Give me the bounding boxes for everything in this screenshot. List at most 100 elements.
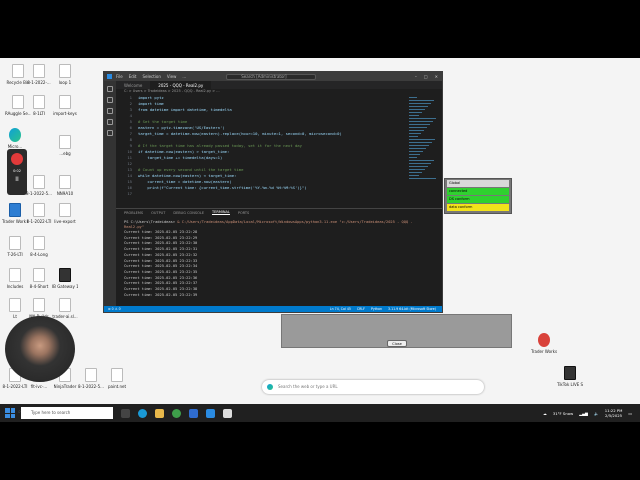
- store-icon[interactable]: [189, 408, 198, 418]
- minimap-line: [409, 142, 432, 143]
- window-controls: – □ ✕: [415, 74, 442, 79]
- edge-browser-icon[interactable]: [138, 408, 147, 418]
- desktop-icon-label: IB Gateway 10.19: [52, 284, 78, 289]
- desktop-icon-label: 8-1-2022-5...: [26, 191, 52, 196]
- explorer-icon[interactable]: [107, 86, 113, 92]
- minimap-line: [409, 133, 421, 134]
- status-item[interactable]: Python: [371, 307, 382, 311]
- status-bar: ⊗ 0 ⚠ 0 Ln 74, Col 45 CRLF Python 3.11.9 64…: [104, 306, 442, 312]
- source-control-icon[interactable]: [107, 108, 113, 114]
- desktop-icon[interactable]: Trader Work Pro-A: [2, 203, 28, 224]
- file-icon: [59, 64, 71, 78]
- clock-date: 2/5/2025: [605, 413, 623, 418]
- panel-tab[interactable]: OUTPUT: [151, 211, 165, 215]
- clock[interactable]: 11:22 PM 2/5/2025: [605, 408, 623, 418]
- volume-icon[interactable]: 🔈: [594, 411, 599, 416]
- desktop-icon[interactable]: 8-1LTI: [26, 95, 52, 116]
- desktop-icon[interactable]: Micro...: [2, 128, 28, 149]
- search-icon: ⌕: [18, 409, 21, 415]
- network-icon[interactable]: ▂▄▆: [579, 411, 588, 416]
- menu-item[interactable]: View: [167, 74, 177, 79]
- file-icon: [59, 298, 71, 312]
- desktop-icon[interactable]: 8-1-2022-5...: [78, 368, 104, 389]
- tws-taskbar-icon[interactable]: [223, 408, 232, 418]
- panel-tab[interactable]: TERMINAL: [212, 210, 230, 215]
- code-editor[interactable]: 1 import pytz 2 import time 3 from datetime i…: [116, 95, 406, 208]
- minimap-line: [409, 112, 422, 113]
- screen-recorder-widget[interactable]: 0:02 II: [7, 149, 27, 195]
- panel-tab[interactable]: PROBLEMS: [124, 211, 143, 215]
- recorder-time: 0:02: [13, 169, 21, 173]
- vscode-window[interactable]: File Edit Selection View... Search [Adminis…: [103, 71, 443, 313]
- minimap[interactable]: [406, 95, 438, 208]
- notifications-icon[interactable]: ▭: [628, 411, 632, 416]
- desktop-icon[interactable]: 8-1-2022-...: [26, 64, 52, 85]
- maximize-icon[interactable]: □: [424, 74, 428, 79]
- file-explorer-icon[interactable]: [155, 408, 164, 418]
- desktop-icon[interactable]: NN9A10: [52, 175, 78, 196]
- desktop-icon[interactable]: Includes: [2, 268, 28, 289]
- record-icon[interactable]: [11, 153, 23, 165]
- editor-tab[interactable]: 2025 - QQQ - Real2.py: [150, 81, 212, 89]
- code-text: target_time += timedelta(days=1): [138, 155, 223, 160]
- desktop-icon-label: Trader Work Pro-A: [2, 219, 28, 224]
- extensions-icon[interactable]: [107, 130, 113, 136]
- file-icon: [33, 268, 45, 282]
- minimap-line: [409, 109, 425, 110]
- close-icon[interactable]: ✕: [435, 74, 438, 79]
- file-icon: [33, 298, 45, 312]
- weather-text[interactable]: 31°F Snow: [553, 411, 573, 416]
- editor-tab[interactable]: Welcome: [116, 81, 150, 89]
- weather-icon[interactable]: ☁: [543, 411, 547, 416]
- desktop-icon[interactable]: ...ebg: [52, 135, 78, 156]
- task-view-icon[interactable]: [121, 408, 130, 418]
- edge-search-bar[interactable]: Search the web or type a URL: [262, 380, 484, 394]
- desktop: Recycle Bin 8-1-2022-... loop 1 RAuggle Se.…: [0, 58, 640, 422]
- desktop-icon[interactable]: Trader Workstation: [531, 333, 557, 354]
- file-icon: [33, 175, 45, 189]
- status-item[interactable]: CRLF: [357, 307, 365, 311]
- panel-tab[interactable]: PORTS: [238, 211, 249, 215]
- desktop-icon-label: 8-4-Long: [30, 252, 48, 257]
- minimap-line: [409, 97, 417, 98]
- start-button[interactable]: [5, 408, 15, 418]
- minimap-line: [409, 121, 433, 122]
- minimap-line: [409, 178, 436, 179]
- menu-item[interactable]: File: [116, 74, 123, 79]
- desktop-icon[interactable]: trader-ai.sl...: [52, 298, 78, 319]
- menu-item[interactable]: ...: [182, 74, 186, 79]
- desktop-icon[interactable]: import-keys: [52, 95, 78, 116]
- desktop-icon[interactable]: 8-1-2022-LTI: [26, 203, 52, 224]
- command-search-input[interactable]: Search [Administrator]: [226, 73, 317, 80]
- desktop-icon[interactable]: 8-4-Short: [26, 268, 52, 289]
- desktop-icon[interactable]: 8-1-2022-5...: [26, 175, 52, 196]
- chrome-icon[interactable]: [172, 408, 181, 418]
- menu-item[interactable]: Edit: [129, 74, 137, 79]
- desktop-icon[interactable]: paint.net: [104, 368, 130, 389]
- taskbar-search-input[interactable]: Type here to search: [21, 407, 113, 419]
- desktop-icon[interactable]: T-26-LTI: [2, 236, 28, 257]
- taskbar: Type here to search ⌕ ☁ 31°F Snow ▂▄▆ 🔈 …: [0, 404, 640, 422]
- desktop-icon[interactable]: Lt: [2, 298, 28, 319]
- status-item[interactable]: Ln 74, Col 45: [330, 307, 351, 311]
- file-icon: [9, 236, 21, 250]
- vscode-taskbar-icon[interactable]: [206, 408, 215, 418]
- menu-item[interactable]: Selection: [142, 74, 160, 79]
- panel-tab[interactable]: DEBUG CONSOLE: [173, 211, 204, 215]
- run-debug-icon[interactable]: [107, 119, 113, 125]
- minimize-icon[interactable]: –: [415, 74, 417, 79]
- webcam-overlay: [5, 316, 75, 382]
- desktop-icon[interactable]: IB Gateway 10.19: [52, 268, 78, 289]
- code-line: 17: [116, 191, 406, 197]
- desktop-icon[interactable]: loop 1: [52, 64, 78, 85]
- close-button[interactable]: Close: [387, 340, 407, 347]
- problems-count[interactable]: ⊗ 0 ⚠ 0: [108, 307, 121, 311]
- desktop-icon[interactable]: 8-4-Long: [26, 236, 52, 257]
- desktop-icon[interactable]: live-export: [52, 203, 78, 224]
- search-icon[interactable]: [107, 97, 113, 103]
- minimap-line: [409, 100, 434, 101]
- status-item[interactable]: 3.11.9 64-bit (Microsoft Store): [388, 307, 436, 311]
- desktop-icon[interactable]: TikTok LIVE Studio: [557, 366, 583, 387]
- terminal-panel[interactable]: PROBLEMS OUTPUT DEBUG CONSOLE TERMINAL PORTS…: [116, 208, 442, 306]
- pause-icon[interactable]: II: [7, 176, 27, 183]
